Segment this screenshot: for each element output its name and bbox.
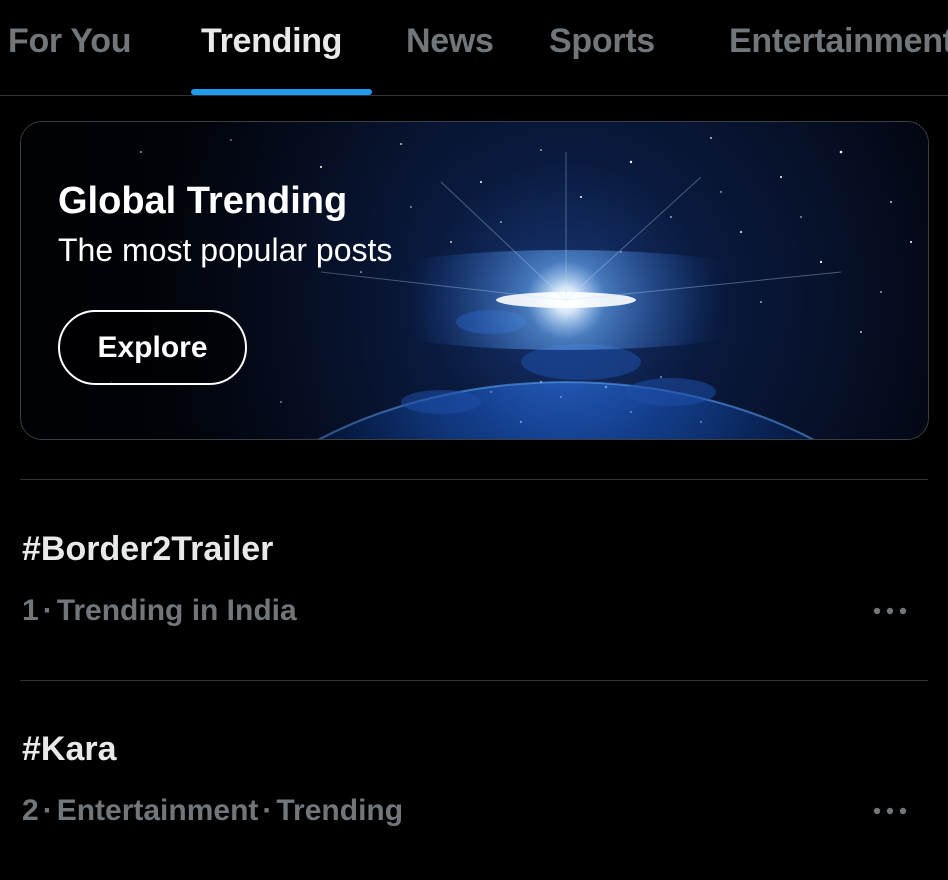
global-trending-banner[interactable]: Global Trending The most popular posts E… (20, 121, 929, 440)
more-horizontal-icon (873, 807, 907, 815)
separator-dot: · (42, 594, 53, 627)
tab-entertainment[interactable]: Entertainment (729, 22, 948, 61)
tab-for-you[interactable]: For You (8, 22, 132, 61)
earth-from-space-image (21, 122, 928, 439)
trend-rank: 2 (22, 794, 39, 827)
banner-subtitle: The most popular posts (58, 232, 393, 268)
trend-item[interactable]: #Border2Trailer 1 · Trending in India (0, 480, 948, 680)
trend-item[interactable]: #Kara 2 · Entertainment · Trending (0, 680, 948, 880)
trend-context: Trending (276, 794, 404, 827)
trend-rank: 1 (22, 594, 39, 627)
explore-button[interactable]: Explore (58, 310, 247, 385)
more-horizontal-icon (873, 607, 907, 615)
tab-news[interactable]: News (406, 22, 494, 61)
separator-dot: · (42, 794, 53, 827)
active-tab-indicator (191, 89, 372, 95)
trend-name: #Border2Trailer (22, 530, 274, 568)
trend-category: Entertainment (56, 794, 259, 827)
more-options-button[interactable] (870, 798, 910, 824)
banner-title: Global Trending (58, 180, 348, 222)
more-options-button[interactable] (870, 598, 910, 624)
trend-meta: 2 · Entertainment · Trending (22, 794, 403, 828)
tab-trending[interactable]: Trending (201, 22, 342, 61)
tab-sports[interactable]: Sports (549, 22, 655, 61)
trend-name: #Kara (22, 730, 117, 768)
separator-dot: · (262, 794, 273, 827)
tab-bar: For You Trending News Sports Entertainme… (0, 0, 948, 96)
trend-meta: 1 · Trending in India (22, 594, 297, 628)
trend-context: Trending in India (56, 594, 297, 627)
